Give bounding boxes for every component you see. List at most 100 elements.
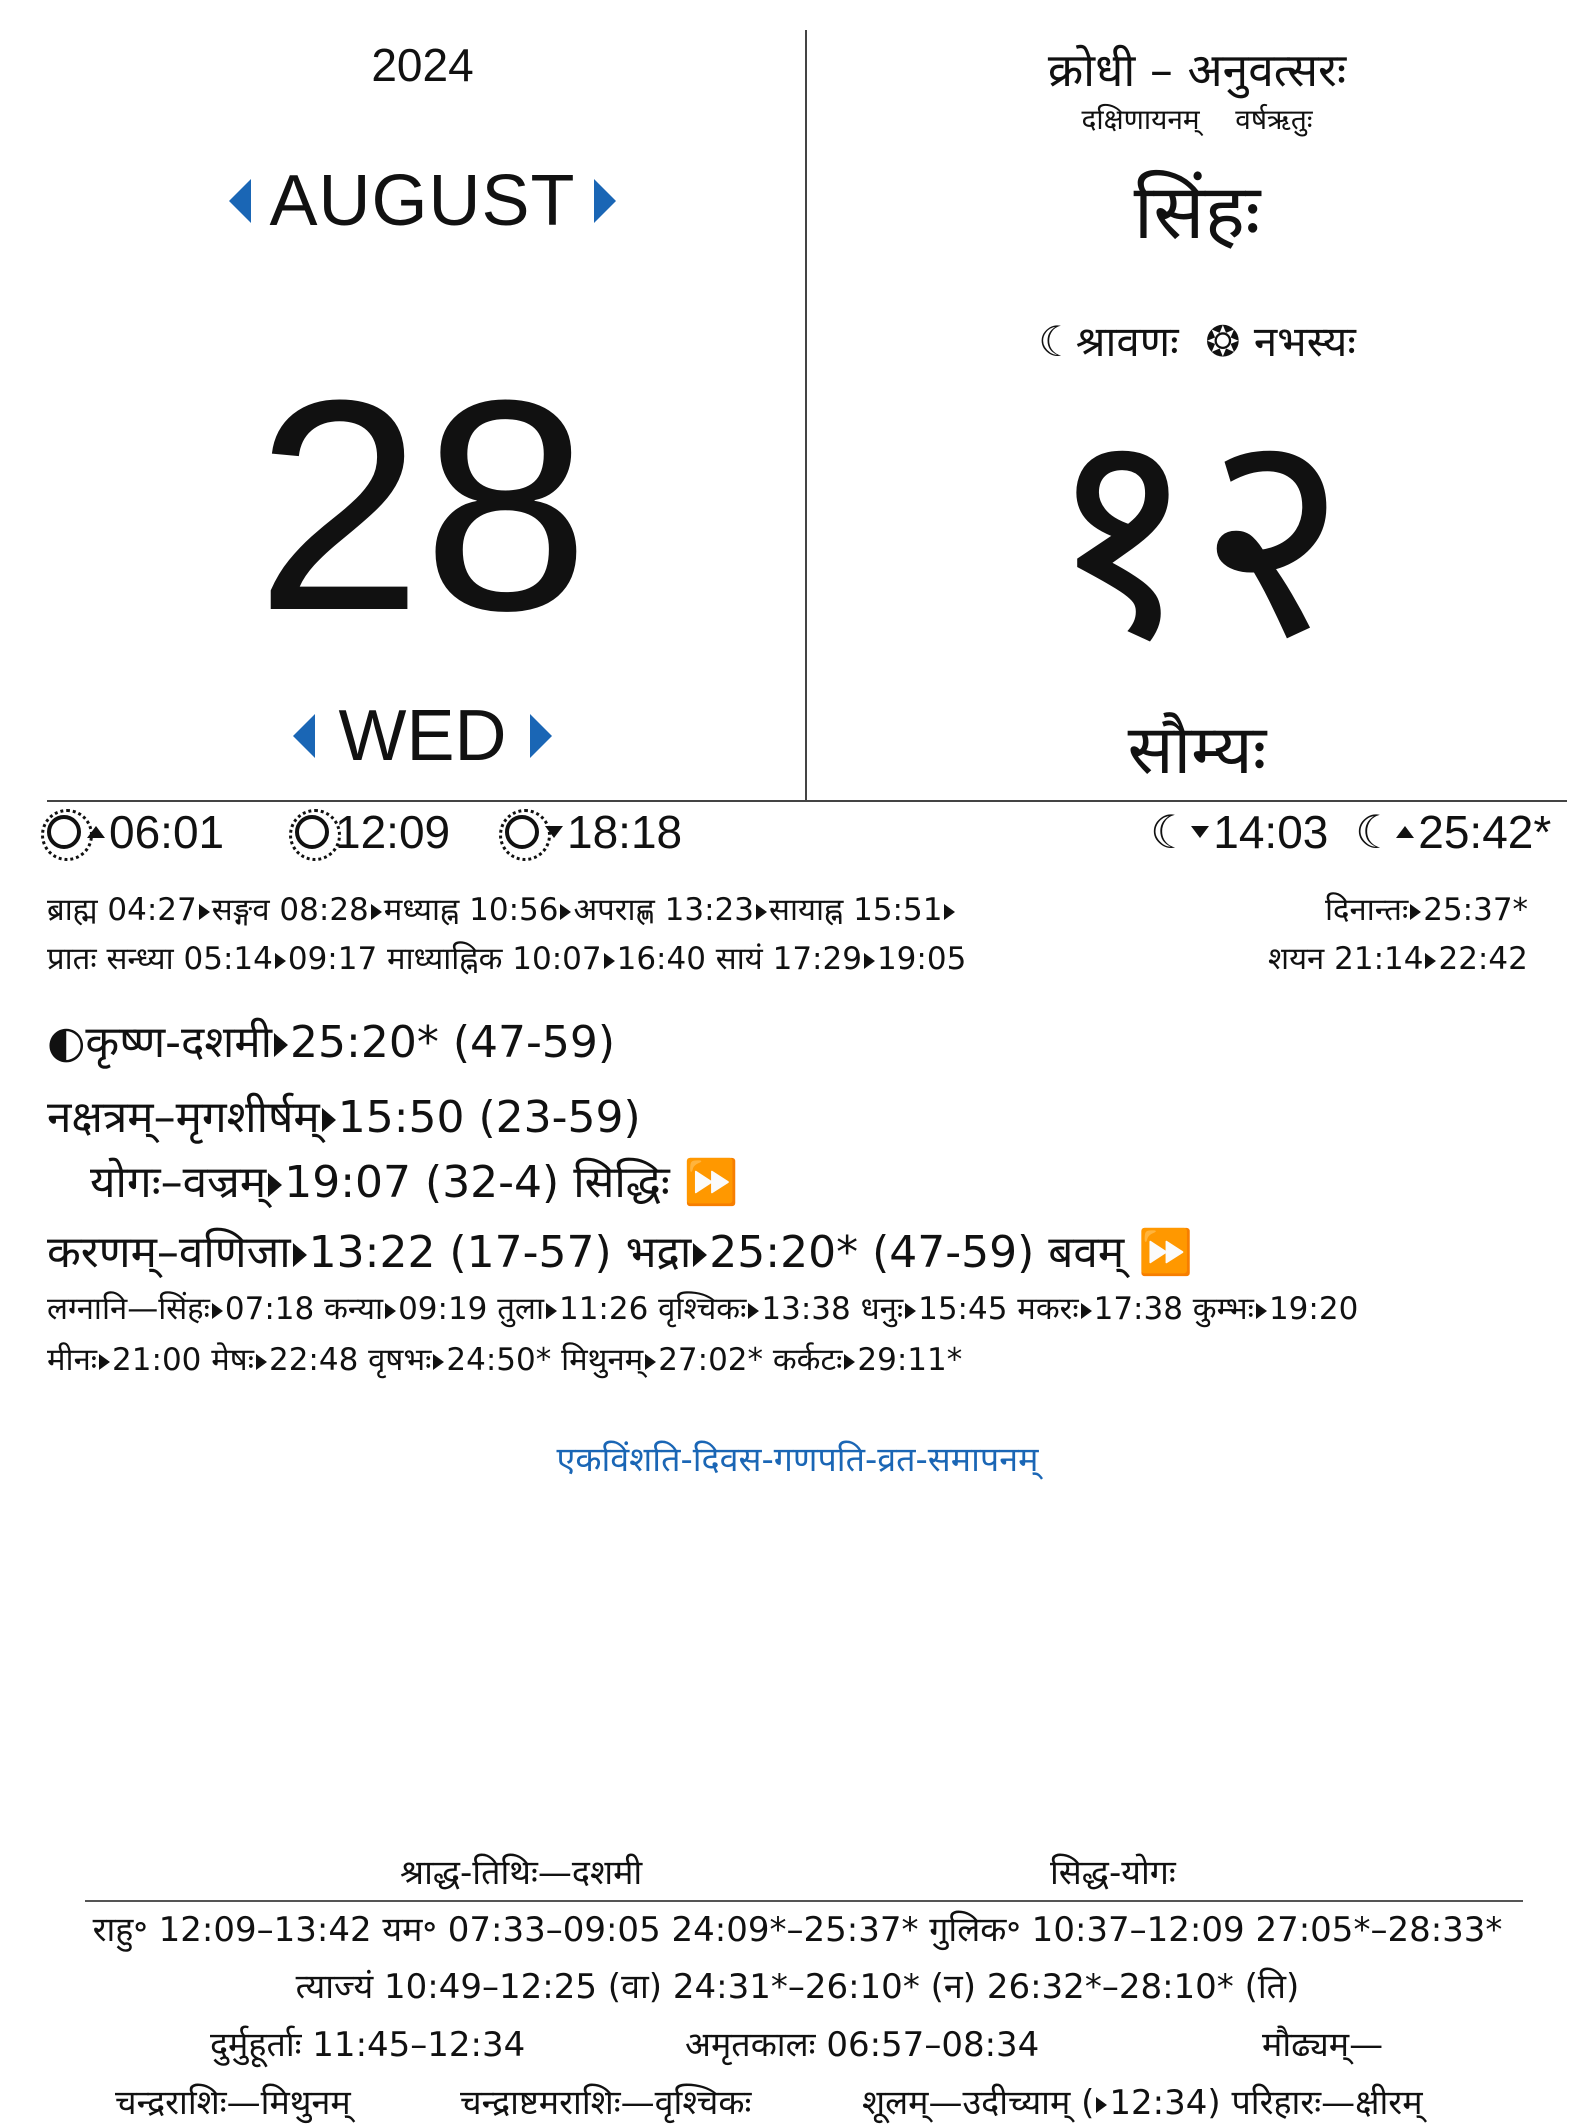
triangle-icon <box>99 1353 111 1370</box>
triangle-icon <box>198 903 210 920</box>
sunset-time: 18:18 <box>567 806 683 858</box>
durmuhurta: दुर्मुहूर्ताः 11:45–12:34 <box>210 2025 526 2065</box>
nakshatra-end: 15:50 (23-59) <box>337 1092 641 1143</box>
yoga-end: 19:07 (32-4) सिद्धिः <box>284 1157 670 1208</box>
triangle-icon <box>603 952 615 969</box>
lagna-item: 17:38 कुम्भः <box>1093 1291 1254 1327</box>
pratah-sandhya: प्रातः सन्ध्या 05:14 <box>47 941 273 977</box>
triangle-icon <box>268 1173 283 1197</box>
lagna-item: 21:00 मेषः <box>112 1342 254 1378</box>
triangle-icon <box>844 1353 856 1370</box>
prev-month-arrow-icon[interactable] <box>229 179 252 223</box>
triangle-icon <box>1425 952 1437 969</box>
tyajyam: त्याज्यं 10:49–12:25 (वा) 24:31*–26:10* … <box>295 1967 1300 2007</box>
next-month-arrow-icon[interactable] <box>593 179 616 223</box>
horizontal-divider <box>85 1900 1523 1902</box>
moonrise-time: 25:42* <box>1418 806 1552 858</box>
day-number: 28 <box>255 337 590 673</box>
moon-icon: ☾ <box>1150 806 1192 858</box>
sunset: 18:18 <box>499 805 683 861</box>
lagna-item: 19:20 <box>1268 1291 1359 1327</box>
triangle-icon <box>1096 2096 1108 2113</box>
lagna-item: मीनः <box>47 1342 98 1378</box>
triangle-icon <box>693 1243 708 1267</box>
parihara: 12:34) परिहारः—क्षीरम् <box>1109 2083 1423 2123</box>
triangle-icon <box>1255 1302 1267 1319</box>
moon-icon: ☾ <box>1355 806 1397 858</box>
sun-icon <box>499 809 551 861</box>
moonset-time: 14:03 <box>1213 806 1329 858</box>
yoga-row: योगः–वज्रम् 19:07 (32-4) सिद्धिः ⏩ <box>90 1150 739 1210</box>
tithi-end: 25:20* (47-59) <box>290 1017 616 1068</box>
triangle-icon <box>545 1302 557 1319</box>
dinanta-label: दिनान्तः <box>1325 892 1409 928</box>
weekday-name: WED <box>338 696 507 776</box>
moonset: ☾ 14:03 <box>1150 805 1328 859</box>
noon-time: 12:09 <box>335 806 451 858</box>
waning-moon-icon: ◐ <box>47 1017 86 1068</box>
triangle-icon <box>274 952 286 969</box>
dinanta-time: 25:37* <box>1423 892 1529 928</box>
triangle-icon <box>385 1302 397 1319</box>
shayana-end: 22:42 <box>1438 941 1528 977</box>
crescent-moon-icon: ☾ <box>1038 317 1076 366</box>
triangle-icon <box>211 1302 223 1319</box>
dinanta: दिनान्तः 25:37* <box>1325 888 1528 930</box>
lagna-item: 13:38 धनुः <box>761 1291 904 1327</box>
sangava: सङ्गव 08:28 <box>211 892 369 928</box>
aparahna: अपराह्ण 13:23 <box>573 892 754 928</box>
saura-masa: नभस्यः <box>1253 317 1356 366</box>
sunrise: 06:01 <box>41 805 225 861</box>
tithi: कृष्ण-दशमी <box>85 1017 273 1068</box>
lagna-item: 11:26 वृश्चिकः <box>558 1291 747 1327</box>
vara: सौम्यः <box>1127 711 1267 790</box>
sayahna: सायाह्न 15:51 <box>768 892 943 928</box>
sunrise-time: 06:01 <box>109 806 225 858</box>
prev-day-arrow-icon[interactable] <box>292 714 315 758</box>
nakshatra: नक्षत्रम्–मृगशीर्षम् <box>47 1092 320 1143</box>
triangle-icon <box>274 1033 289 1057</box>
ayana: दक्षिणायनम् <box>1081 103 1200 136</box>
moonrise: ☾ 25:42* <box>1355 805 1551 859</box>
triangle-icon <box>863 952 875 969</box>
triangle-icon <box>560 903 572 920</box>
shraddha-tithi: श्राद्ध-तिथिः—दशमी <box>400 1853 643 1893</box>
kala-row-2: प्रातः सन्ध्या 05:14 09:17 माध्याह्निक 10… <box>47 937 966 979</box>
maudhyam: मौढ्यम्— <box>1262 2025 1384 2065</box>
triangle-icon <box>1080 1302 1092 1319</box>
shayana-start: शयन 21:14 <box>1268 941 1424 977</box>
shula-parihara: शूलम्—उदीच्याम् ( 12:34) परिहारः—क्षीरम् <box>862 2078 1423 2124</box>
triangle-icon <box>370 903 382 920</box>
rise-arrow-icon <box>1396 826 1415 838</box>
month-selector: AUGUST <box>0 160 845 242</box>
triangle-icon <box>645 1353 657 1370</box>
karana-end: 13:22 (17-57) भद्रा <box>308 1227 692 1278</box>
lagna-item: लग्नानि—सिंहः <box>47 1291 210 1327</box>
triangle-icon <box>1410 903 1422 920</box>
samvatsara: क्रोधी – अनुवत्सरः <box>1047 43 1347 97</box>
set-arrow-icon <box>1191 826 1210 838</box>
lunar-day-number: १२ <box>1046 366 1348 703</box>
rahu-yama-gulika: राहु॰ 12:09–13:42 यम॰ 07:33–09:05 24:09*… <box>92 1910 1503 1950</box>
triangle-icon <box>292 1243 307 1267</box>
triangle-icon <box>433 1353 445 1370</box>
triangle-icon <box>755 903 767 920</box>
brahma: ब्राह्म 04:27 <box>47 892 197 928</box>
masa-row: ☾श्रावणः ❂ नभस्यः <box>807 312 1587 369</box>
double-arrow-icon: ⏩ <box>1138 1227 1193 1278</box>
kala-row-1: ब्राह्म 04:27 सङ्गव 08:28 मध्याह्न 10:56 अप… <box>47 888 957 930</box>
triangle-icon <box>748 1302 760 1319</box>
next-day-arrow-icon[interactable] <box>530 714 553 758</box>
lagna-item: 09:19 तुला <box>398 1291 544 1327</box>
lagna-item: 22:48 वृषभः <box>268 1342 432 1378</box>
ritu: वर्षऋतुः <box>1235 103 1313 136</box>
shayana: शयन 21:14 22:42 <box>1268 937 1528 979</box>
festival-link[interactable]: एकविंशति-दिवस-गणपति-व्रत-समापनम् <box>0 1435 1595 1481</box>
lagna-item: 27:02* कर्कटः <box>658 1342 843 1378</box>
shula: शूलम्—उदीच्याम् ( <box>862 2083 1095 2123</box>
solar-noon: 12:09 <box>289 805 451 861</box>
weekday-selector: WED <box>0 695 845 777</box>
tithi-row: ◐कृष्ण-दशमी 25:20* (47-59) <box>47 1010 615 1070</box>
yoga: योगः–वज्रम् <box>90 1157 267 1208</box>
lagna-item: 15:45 मकरः <box>918 1291 1079 1327</box>
